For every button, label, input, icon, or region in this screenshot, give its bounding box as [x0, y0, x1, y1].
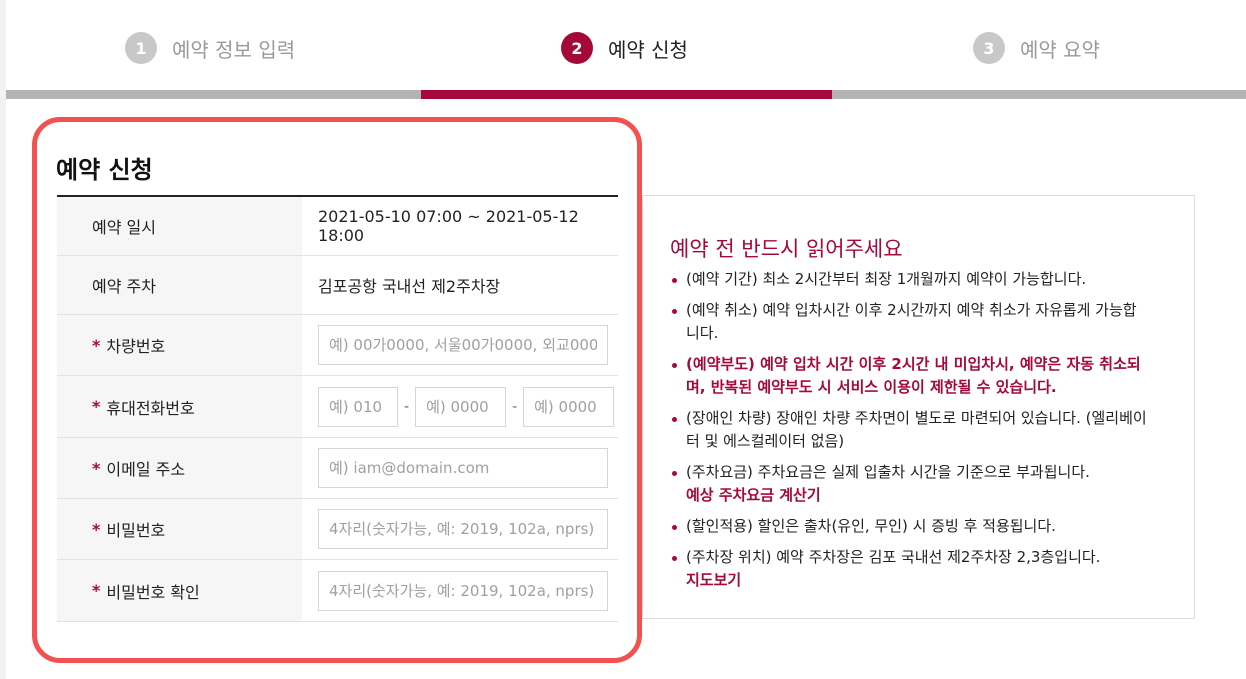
step-3: 3 예약 요약	[973, 30, 1100, 66]
email-label: 이메일 주소	[106, 460, 186, 479]
phone-separator: -	[404, 398, 410, 415]
notice-item: (장애인 차량) 장애인 차량 주차면이 별도로 마련되어 있습니다. (엘리베…	[670, 407, 1150, 453]
required-mark: *	[92, 397, 101, 416]
password-label: 비밀번호	[106, 521, 166, 540]
phone-label: 휴대전화번호	[106, 398, 195, 418]
row-car-number: * 차량번호	[57, 315, 618, 376]
car-number-label-cell: * 차량번호	[57, 315, 302, 375]
notice-location-text: (주차장 위치) 예약 주차장은 김포 국내선 제2주차장 2,3층입니다.	[686, 548, 1101, 566]
row-email: * 이메일 주소	[57, 438, 618, 499]
notice-item-warning: (예약부도) 예약 입차 시간 이후 2시간 내 미입차시, 예약은 자동 취소…	[670, 353, 1150, 399]
row-password-confirm: * 비밀번호 확인	[57, 560, 618, 622]
notice-list: (예약 기간) 최소 2시간부터 최장 1개월까지 예약이 가능합니다. (예약…	[670, 268, 1150, 600]
phone-prefix-input[interactable]	[318, 386, 398, 427]
step-2-number: 2	[561, 32, 593, 64]
step-indicator: 1 예약 정보 입력 2 예약 신청 3 예약 요약	[6, 0, 1246, 99]
car-number-cell	[302, 315, 618, 375]
notice-item: (할인적용) 할인은 출차(유인, 무인) 시 증빙 후 적용됩니다.	[670, 515, 1150, 538]
required-mark: *	[92, 581, 101, 600]
notice-item-fee: (주차요금) 주차요금은 실제 입출차 시간을 기준으로 부과됩니다. 예상 주…	[670, 461, 1150, 507]
notice-title: 예약 전 반드시 읽어주세요	[670, 237, 903, 261]
parking-label: 예약 주차	[57, 256, 302, 314]
row-parking: 예약 주차 김포공항 국내선 제2주차장	[57, 256, 618, 315]
step-2-bar	[421, 90, 832, 99]
phone-separator: -	[512, 398, 518, 415]
password-confirm-input[interactable]	[318, 570, 608, 611]
required-mark: *	[92, 335, 101, 355]
step-1-bar	[6, 90, 421, 99]
step-2-label: 예약 신청	[608, 37, 688, 62]
page: 1 예약 정보 입력 2 예약 신청 3 예약 요약 예약 신청 예약 일시 2…	[6, 0, 1246, 679]
car-number-input[interactable]	[318, 325, 608, 365]
row-phone: * 휴대전화번호 - -	[57, 376, 618, 438]
step-2: 2 예약 신청	[561, 30, 688, 66]
notice-item-location: (주차장 위치) 예약 주차장은 김포 국내선 제2주차장 2,3층입니다. 지…	[670, 546, 1150, 592]
phone-cell: - -	[302, 376, 618, 437]
row-datetime: 예약 일시 2021-05-10 07:00 ~ 2021-05-12 18:0…	[57, 197, 618, 256]
step-1: 1 예약 정보 입력	[125, 30, 295, 66]
email-input[interactable]	[318, 448, 608, 488]
datetime-label: 예약 일시	[57, 197, 302, 255]
phone-last-input[interactable]	[523, 386, 615, 427]
password-confirm-label-cell: * 비밀번호 확인	[57, 560, 302, 621]
notice-item: (예약 취소) 예약 입차시간 이후 2시간까지 예약 취소가 자유롭게 가능합…	[670, 299, 1150, 345]
required-mark: *	[92, 458, 101, 478]
step-1-label: 예약 정보 입력	[172, 37, 296, 62]
email-label-cell: * 이메일 주소	[57, 438, 302, 498]
form-title: 예약 신청	[56, 156, 153, 184]
car-number-label: 차량번호	[106, 337, 166, 356]
step-1-number: 1	[125, 32, 157, 64]
parking-value: 김포공항 국내선 제2주차장	[318, 277, 501, 296]
fee-calculator-link[interactable]: 예상 주차요금 계산기	[686, 484, 1150, 507]
password-confirm-cell	[302, 560, 618, 621]
email-cell	[302, 438, 618, 498]
map-link[interactable]: 지도보기	[686, 569, 1150, 592]
password-cell	[302, 499, 618, 559]
password-label-cell: * 비밀번호	[57, 499, 302, 559]
password-input[interactable]	[318, 509, 608, 549]
step-3-bar	[832, 90, 1246, 99]
notice-panel: 예약 전 반드시 읽어주세요 (예약 기간) 최소 2시간부터 최장 1개월까지…	[642, 195, 1195, 619]
datetime-value: 2021-05-10 07:00 ~ 2021-05-12 18:00	[318, 207, 579, 245]
notice-item: (예약 기간) 최소 2시간부터 최장 1개월까지 예약이 가능합니다.	[670, 268, 1150, 291]
notice-fee-text: (주차요금) 주차요금은 실제 입출차 시간을 기준으로 부과됩니다.	[686, 463, 1090, 481]
password-confirm-label: 비밀번호 확인	[106, 582, 200, 602]
step-3-number: 3	[973, 32, 1005, 64]
step-3-label: 예약 요약	[1020, 37, 1100, 62]
row-password: * 비밀번호	[57, 499, 618, 560]
phone-label-cell: * 휴대전화번호	[57, 376, 302, 437]
required-mark: *	[92, 519, 101, 539]
phone-middle-input[interactable]	[415, 386, 507, 427]
